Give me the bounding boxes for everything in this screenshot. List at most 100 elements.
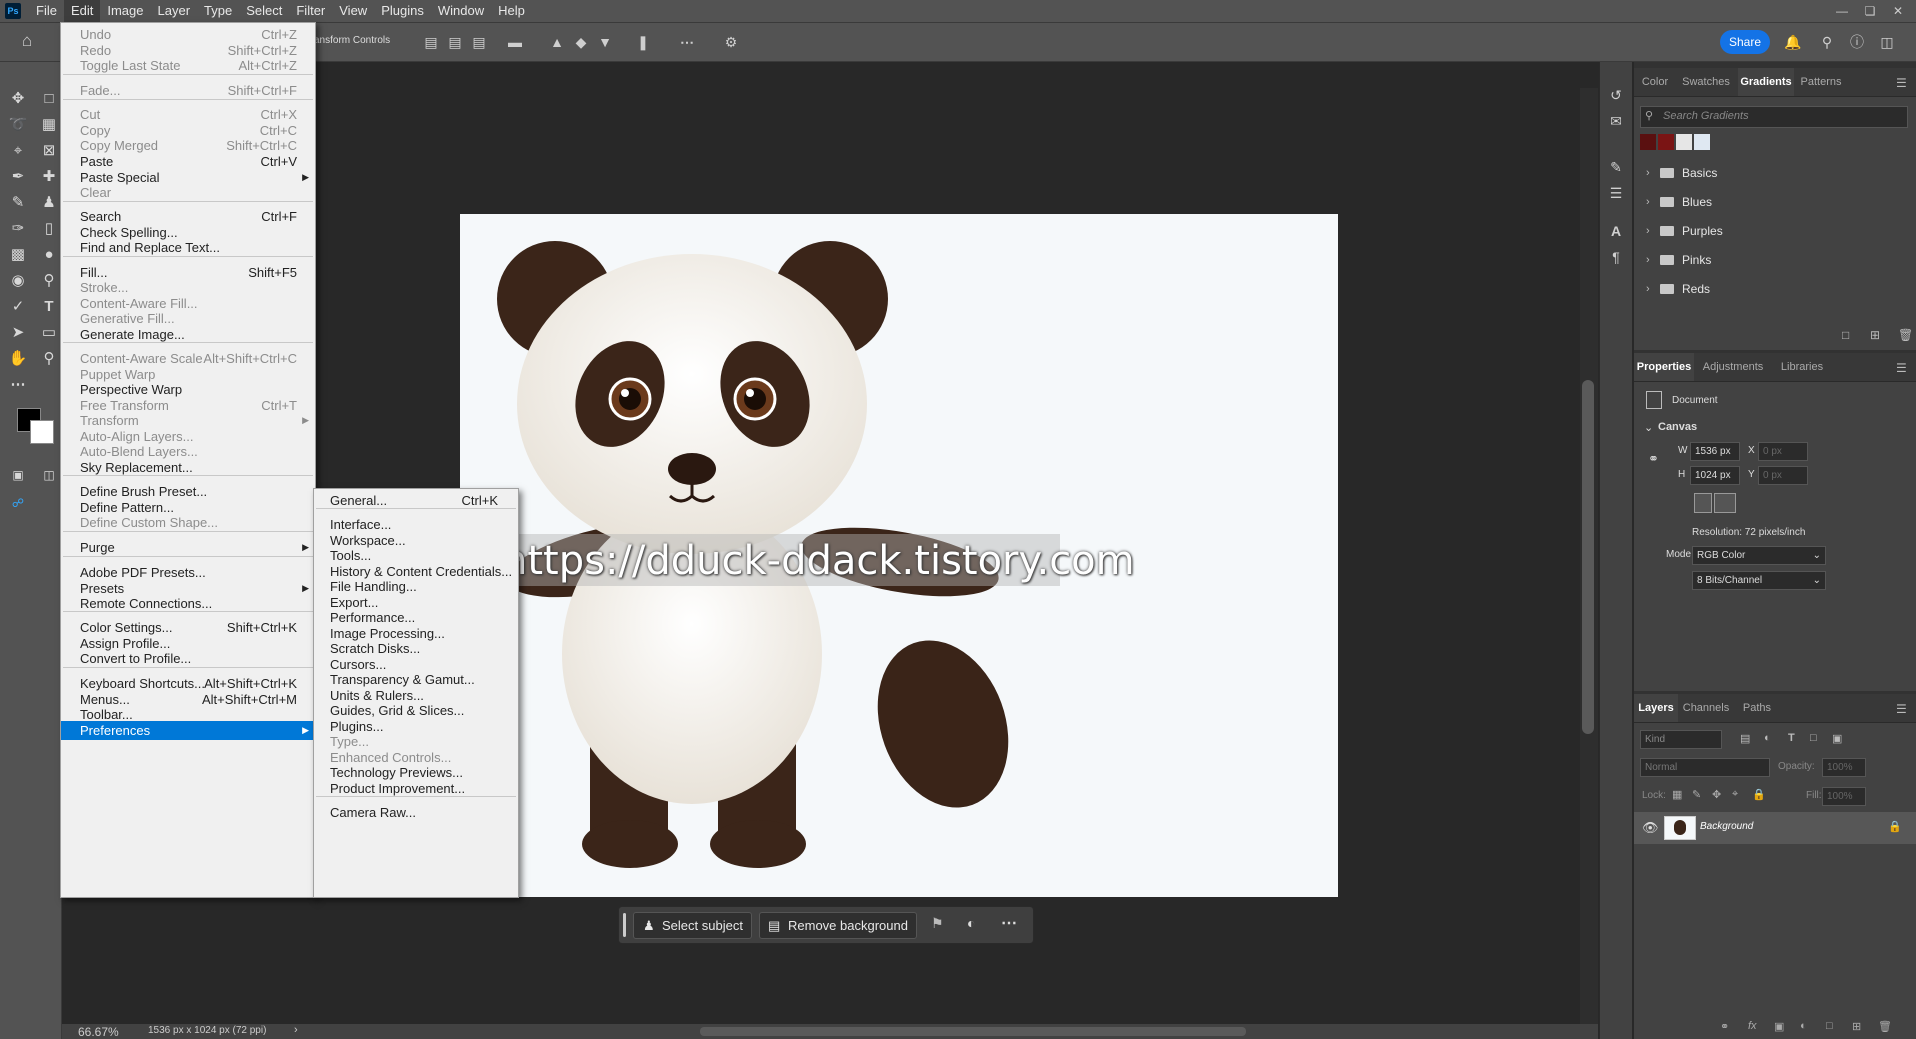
panel-menu-icon[interactable]: ☰ <box>1896 76 1907 90</box>
landscape-orientation-icon[interactable] <box>1714 493 1736 513</box>
dodge-tool-icon[interactable]: ◉ <box>7 270 29 292</box>
panel-menu-icon[interactable]: ☰ <box>1896 702 1907 716</box>
select-subject-button[interactable]: ♟ Select subject <box>633 912 752 939</box>
share-button[interactable]: Share <box>1720 30 1770 54</box>
menu-help[interactable]: Help <box>491 0 532 22</box>
tab-adjustments[interactable]: Adjustments <box>1696 353 1770 381</box>
gradient-folder-basics[interactable]: › Basics <box>1646 160 1906 186</box>
edit-menu-item-preferences[interactable]: Preferences ▶ <box>61 721 315 740</box>
tab-properties[interactable]: Properties <box>1634 353 1694 381</box>
vertical-scroll-thumb[interactable] <box>1582 380 1594 734</box>
link-icon[interactable]: ⚭ <box>1648 451 1659 467</box>
crop-tool-icon[interactable]: ⌖ <box>7 140 29 162</box>
menu-file[interactable]: File <box>29 0 64 22</box>
x-field[interactable]: 0 px <box>1758 442 1808 461</box>
lock-artboard-icon[interactable]: ⌖ <box>1732 788 1738 801</box>
menu-image[interactable]: Image <box>100 0 150 22</box>
align-top-icon[interactable]: ▲ <box>548 33 566 51</box>
close-icon[interactable]: ✕ <box>1884 0 1912 22</box>
filter-smart-object-icon[interactable]: ▣ <box>1832 732 1842 745</box>
filter-adjustment-icon[interactable]: ◐ <box>1764 732 1771 744</box>
healing-brush-tool-icon[interactable]: ✚ <box>38 166 60 188</box>
home-icon[interactable]: ⌂ <box>18 32 36 50</box>
pen-tool-icon[interactable]: ✓ <box>7 296 29 318</box>
panel-menu-icon[interactable]: ☰ <box>1896 361 1907 375</box>
adjustments-icon[interactable]: ☰ <box>1607 184 1625 202</box>
menu-view[interactable]: View <box>332 0 374 22</box>
layer-filter-kind[interactable]: Kind <box>1640 730 1722 749</box>
adjustment-layer-icon[interactable]: ◐ <box>1800 1020 1807 1032</box>
lock-position-icon[interactable]: ✥ <box>1712 788 1721 801</box>
y-field[interactable]: 0 px <box>1758 466 1808 485</box>
edit-menu-item-purge[interactable]: Purge ▶ <box>61 538 315 557</box>
quick-mask-icon[interactable]: ▣ <box>7 464 29 486</box>
gradient-swatch[interactable] <box>1640 134 1656 150</box>
hand-tool-icon[interactable]: ✋ <box>7 348 29 370</box>
comments-icon[interactable]: ✉ <box>1607 112 1625 130</box>
brush-settings-icon[interactable]: ✎ <box>1607 158 1625 176</box>
more-options-icon[interactable]: ⋯ <box>678 33 696 51</box>
tab-patterns[interactable]: Patterns <box>1796 68 1846 96</box>
filter-type-icon[interactable]: T <box>1788 732 1795 744</box>
edit-menu-item-remote-connections[interactable]: Remote Connections... <box>61 594 315 613</box>
menu-type[interactable]: Type <box>197 0 239 22</box>
gradient-folder-purples[interactable]: › Purples <box>1646 218 1906 244</box>
gradient-folder-pinks[interactable]: › Pinks <box>1646 247 1906 273</box>
layer-name[interactable]: Background <box>1700 821 1753 832</box>
blur-tool-icon[interactable]: ● <box>38 244 60 266</box>
menu-edit[interactable]: Edit <box>63 0 101 22</box>
menu-select[interactable]: Select <box>239 0 289 22</box>
filter-pixel-icon[interactable]: ▤ <box>1740 732 1750 745</box>
horizontal-scroll-thumb[interactable] <box>700 1027 1246 1036</box>
color-mode-select[interactable]: RGB Color ⌄ <box>1692 546 1826 565</box>
delete-layer-icon[interactable]: 🗑 <box>1878 1020 1892 1033</box>
workspace-icon[interactable]: ◫ <box>1878 33 1896 51</box>
gradient-tool-icon[interactable]: ▩ <box>7 244 29 266</box>
gradient-folder-reds[interactable]: › Reds <box>1646 276 1906 302</box>
background-color-swatch[interactable] <box>30 420 54 444</box>
drag-handle[interactable] <box>623 913 626 937</box>
gear-icon[interactable]: ⚙ <box>722 33 740 51</box>
lock-transparent-icon[interactable]: ▦ <box>1672 788 1682 801</box>
lock-all-icon[interactable]: 🔒 <box>1752 788 1766 801</box>
history-brush-tool-icon[interactable]: ✑ <box>7 218 29 240</box>
brush-tool-icon[interactable]: ✎ <box>7 192 29 214</box>
minimize-icon[interactable]: — <box>1828 0 1856 22</box>
transform-controls-label[interactable]: ansform Controls <box>314 35 390 46</box>
help-icon[interactable]: ⓘ <box>1848 33 1866 51</box>
screen-mode-icon[interactable]: ◫ <box>38 464 60 486</box>
eye-icon[interactable]: 👁 <box>1642 820 1659 836</box>
height-field[interactable]: 1024 px <box>1690 466 1740 485</box>
zoom-level[interactable]: 66.67% <box>78 1025 119 1039</box>
distribute-vertical-icon[interactable]: ❚ <box>634 33 652 51</box>
tab-swatches[interactable]: Swatches <box>1678 68 1734 96</box>
stamp-tool-icon[interactable]: ♟ <box>38 192 60 214</box>
menu-layer[interactable]: Layer <box>151 0 198 22</box>
edit-menu-item-find-and-replace-text[interactable]: Find and Replace Text... <box>61 238 315 257</box>
delete-icon[interactable]: 🗑 <box>1898 328 1913 342</box>
portrait-orientation-icon[interactable] <box>1694 493 1712 513</box>
gradient-swatch[interactable] <box>1676 134 1692 150</box>
frame-tool-icon[interactable]: ⊠ <box>38 140 60 162</box>
adjust-icon[interactable]: ◐ <box>967 915 975 931</box>
link-layers-icon[interactable]: ⚭ <box>1720 1020 1729 1033</box>
tab-paths[interactable]: Paths <box>1736 694 1778 722</box>
menu-window[interactable]: Window <box>431 0 491 22</box>
filter-shape-icon[interactable]: □ <box>1810 732 1817 744</box>
menu-filter[interactable]: Filter <box>289 0 332 22</box>
eyedropper-tool-icon[interactable]: ✒ <box>7 166 29 188</box>
history-icon[interactable]: ↺ <box>1607 86 1625 104</box>
menu-plugins[interactable]: Plugins <box>374 0 431 22</box>
new-gradient-icon[interactable]: ⊞ <box>1870 328 1880 342</box>
more-options-icon[interactable]: ⋯ <box>1001 913 1017 933</box>
marquee-tool-icon[interactable]: □ <box>38 88 60 110</box>
align-middle-icon[interactable]: ◆ <box>572 33 590 51</box>
paragraph-icon[interactable]: ¶ <box>1607 248 1625 266</box>
remove-background-button[interactable]: ▤ Remove background <box>759 912 917 939</box>
pin-icon[interactable]: ⚑ <box>931 915 944 932</box>
canvas-chevron-icon[interactable]: ⌄ <box>1644 421 1653 434</box>
align-center-icon[interactable]: ▤ <box>446 33 464 51</box>
tab-channels[interactable]: Channels <box>1680 694 1732 722</box>
tab-color[interactable]: Color <box>1634 68 1676 96</box>
align-bottom-icon[interactable]: ▼ <box>596 33 614 51</box>
